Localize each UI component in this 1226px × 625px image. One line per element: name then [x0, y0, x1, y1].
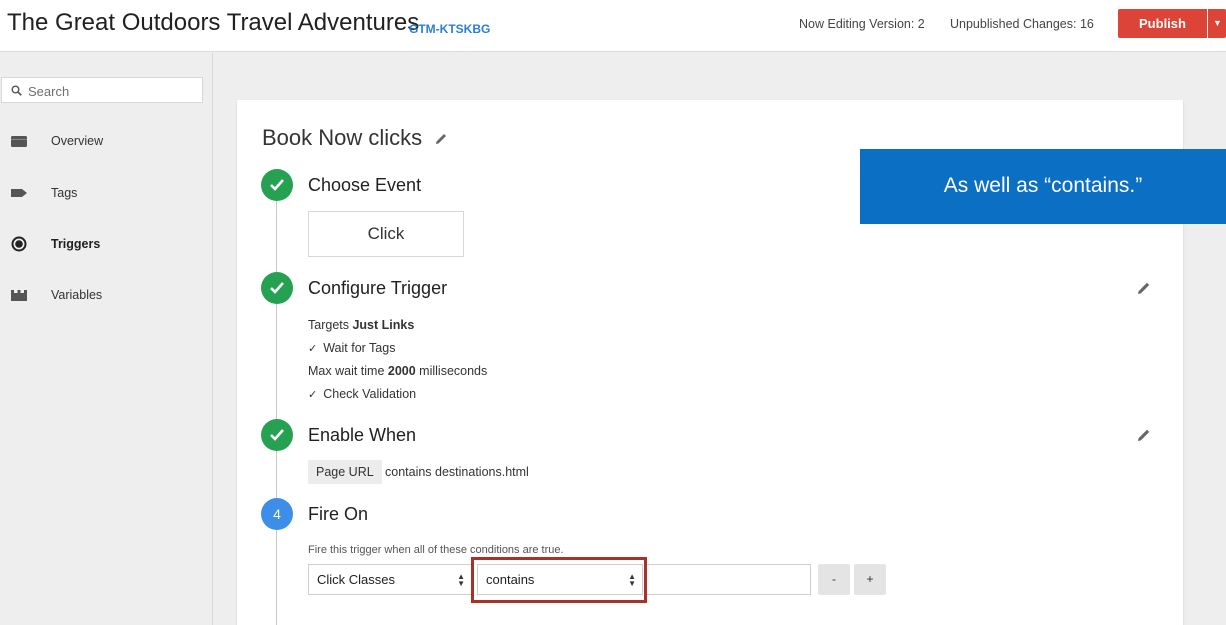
- trigger-name: Book Now clicks: [262, 125, 423, 150]
- folder-icon: [11, 136, 27, 147]
- container-title: The Great Outdoors Travel Adventures: [7, 9, 420, 36]
- search-box[interactable]: [1, 77, 203, 103]
- step-title-choose-event: Choose Event: [308, 175, 422, 195]
- checkmark-icon: ✓: [308, 343, 318, 355]
- editing-version-status: Now Editing Version: 2: [799, 17, 925, 31]
- enable-when-variable-chip: Page URL: [308, 460, 382, 484]
- select-arrows-icon: ▲ ▼: [457, 572, 465, 588]
- publish-button[interactable]: Publish: [1118, 9, 1207, 38]
- targets-setting: Targets Just Links: [308, 318, 414, 332]
- checkmark-icon: [270, 429, 284, 441]
- step-complete-badge: [261, 272, 293, 304]
- chevron-down-icon: ▼: [1213, 18, 1222, 28]
- step-title-fire-on: Fire On: [308, 504, 369, 524]
- condition-value-input[interactable]: [644, 564, 811, 595]
- checkmark-icon: [270, 282, 284, 294]
- fire-on-description: Fire this trigger when all of these cond…: [308, 544, 564, 556]
- condition-variable-select[interactable]: Click Classes ▲ ▼: [308, 564, 472, 595]
- enable-when-condition: contains destinations.html: [385, 465, 529, 479]
- sidebar-item-variables[interactable]: Variables: [0, 275, 212, 315]
- check-validation-setting: ✓ Check Validation: [308, 387, 416, 401]
- search-input[interactable]: [28, 82, 198, 100]
- remove-condition-button[interactable]: -: [818, 564, 850, 595]
- max-wait-value: 2000: [387, 364, 416, 378]
- max-wait-unit: milliseconds: [415, 364, 488, 378]
- add-condition-button[interactable]: +: [854, 564, 886, 595]
- pencil-icon[interactable]: [435, 132, 448, 145]
- targets-value: Just Links: [352, 318, 415, 332]
- pencil-icon[interactable]: [1137, 428, 1151, 442]
- tag-icon: [11, 189, 27, 197]
- step-title-configure-trigger: Configure Trigger: [308, 278, 448, 298]
- step-title-enable-when: Enable When: [308, 425, 417, 445]
- variables-icon: [11, 290, 27, 301]
- sidebar-item-tags[interactable]: Tags: [0, 173, 212, 213]
- publish-options-button[interactable]: ▼: [1208, 9, 1226, 38]
- top-header: The Great Outdoors Travel Adventures GTM…: [0, 0, 1226, 52]
- trigger-icon: [11, 236, 27, 252]
- checkmark-icon: [270, 179, 284, 191]
- step-number-badge: 4: [261, 498, 293, 530]
- step-complete-badge: [261, 419, 293, 451]
- sidebar-item-overview[interactable]: Overview: [0, 121, 212, 161]
- container-id-link[interactable]: GTM-KTSKBG: [409, 22, 490, 36]
- pencil-icon[interactable]: [1137, 281, 1151, 295]
- sidebar-item-label: Overview: [51, 134, 104, 148]
- tutorial-callout: As well as “contains.”: [860, 149, 1226, 224]
- max-wait-setting: Max wait time 2000 milliseconds: [308, 364, 487, 378]
- wait-for-tags-label: Wait for Tags: [323, 341, 396, 355]
- steps-timeline: [276, 186, 277, 625]
- max-wait-label: Max wait time: [308, 364, 388, 378]
- wait-for-tags-setting: ✓ Wait for Tags: [308, 341, 395, 355]
- unpublished-changes-count: Unpublished Changes: 16: [950, 17, 1094, 31]
- selected-variable: Click Classes: [317, 572, 396, 587]
- sidebar-item-label: Triggers: [51, 237, 101, 251]
- sidebar: Overview Tags Triggers Variables: [0, 53, 213, 625]
- event-type-card[interactable]: Click: [308, 211, 464, 257]
- sidebar-item-label: Tags: [51, 186, 78, 200]
- search-icon: [11, 85, 22, 96]
- check-validation-label: Check Validation: [323, 387, 417, 401]
- sidebar-item-label: Variables: [51, 288, 103, 302]
- operator-highlight-box: [471, 557, 647, 603]
- step-complete-badge: [261, 169, 293, 201]
- targets-label: Targets: [308, 318, 353, 332]
- sidebar-item-triggers[interactable]: Triggers: [0, 224, 212, 264]
- checkmark-icon: ✓: [308, 389, 318, 401]
